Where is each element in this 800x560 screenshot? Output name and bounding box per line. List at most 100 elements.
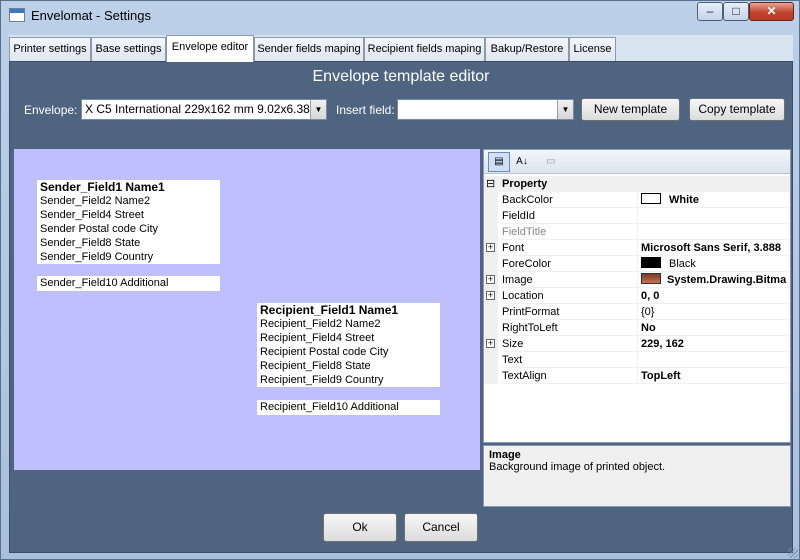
resize-grip-icon[interactable] [788,548,798,558]
categorized-icon[interactable]: ▤ [488,152,510,172]
envelope-select-value: X C5 International 229x162 mm 9.02x6.38 … [85,102,323,116]
tab-envelope-editor[interactable]: Envelope editor [166,35,254,62]
sender-field9: Sender_Field9 Country [40,251,154,263]
tab-base-settings[interactable]: Base settings [91,37,166,61]
settings-window: Envelomat - Settings – □ ✕ Printer setti… [0,0,800,560]
sender-address-block[interactable]: Sender_Field1 Name1 Sender_Field2 Name2 … [37,180,220,264]
tab-bakup-restore[interactable]: Bakup/Restore [485,37,569,61]
help-title: Image [489,449,521,461]
envelope-label: Envelope: [24,103,78,117]
property-value[interactable] [637,224,790,240]
property-row-forecolor[interactable]: ForeColor Black [484,256,790,272]
expand-icon[interactable]: + [486,339,495,348]
property-value[interactable]: TopLeft [637,368,790,384]
sender-field10: Sender_Field10 Additional [40,277,169,289]
collapse-icon[interactable]: ⊟ [486,176,495,192]
recipient-field10: Recipient_Field10 Additional [260,401,399,413]
property-category[interactable]: ⊟ Property [484,176,790,192]
insert-field-select[interactable]: ▼ [397,99,574,120]
property-row-textalign[interactable]: TextAlign TopLeft [484,368,790,384]
property-name: Font [502,240,636,256]
property-value[interactable]: 229, 162 [637,336,790,352]
property-name: RightToLeft [502,320,636,336]
tab-strip: Printer settings Base settings Envelope … [9,35,793,62]
property-pages-icon[interactable]: ▭ [540,152,562,172]
chevron-down-icon[interactable]: ▼ [557,100,573,119]
property-value[interactable]: 0, 0 [637,288,790,304]
expand-icon[interactable]: + [486,275,495,284]
maximize-button[interactable]: □ [723,2,749,21]
property-value[interactable]: White [637,192,790,208]
expand-icon[interactable]: + [486,291,495,300]
property-name: FieldTitle [502,224,636,240]
sender-field2: Sender_Field2 Name2 [40,195,151,207]
sender-additional-block[interactable]: Sender_Field10 Additional [37,276,220,291]
property-row-righttoleft[interactable]: RightToLeft No [484,320,790,336]
minimize-button[interactable]: – [697,2,723,21]
tab-license[interactable]: License [569,37,616,61]
sender-field8: Sender_Field8 State [40,237,141,249]
alphabetical-sort-icon[interactable]: A↓ [511,152,533,172]
recipient-field8: Recipient_Field8 State [260,360,371,372]
property-value[interactable]: System.Drawing.Bitma [637,272,790,288]
help-description: Background image of printed object. [489,461,666,473]
property-row-printformat[interactable]: PrintFormat {0} [484,304,790,320]
tab-sender-fields-maping[interactable]: Sender fields maping [254,37,364,61]
color-swatch [641,257,661,268]
recipient-field4: Recipient_Field4 Street [260,332,375,344]
copy-template-button[interactable]: Copy template [689,98,785,121]
cancel-button[interactable]: Cancel [404,513,478,542]
property-value[interactable]: No [637,320,790,336]
tab-printer-settings[interactable]: Printer settings [9,37,91,61]
envelope-editor-panel: Envelope template editor Envelope: X C5 … [9,61,793,553]
property-category-label: Property [502,178,548,190]
tab-recipient-fields-maping[interactable]: Recipient fields maping [364,37,485,61]
window-title: Envelomat - Settings [31,8,151,23]
property-grid[interactable]: ▤ A↓ ▭ ⊟ Property BackColor White FieldI… [483,149,791,443]
envelope-canvas[interactable]: Sender_Field1 Name1 Sender_Field2 Name2 … [14,149,480,470]
property-grid-toolbar: ▤ A↓ ▭ [484,150,790,174]
property-name: FieldId [502,208,636,224]
recipient-postal-city: Recipient Postal code City [260,346,389,358]
property-name: BackColor [502,192,636,208]
property-row-fieldid[interactable]: FieldId [484,208,790,224]
title-bar[interactable]: Envelomat - Settings – □ ✕ [1,1,799,31]
chevron-down-icon[interactable]: ▼ [310,100,326,119]
recipient-additional-block[interactable]: Recipient_Field10 Additional [257,400,440,415]
property-row-backcolor[interactable]: BackColor White [484,192,790,208]
sender-field1: Sender_Field1 Name1 [40,180,165,194]
ok-button[interactable]: Ok [323,513,397,542]
property-value[interactable] [637,208,790,224]
property-value[interactable] [637,352,790,368]
recipient-field1: Recipient_Field1 Name1 [260,303,399,317]
property-row-location[interactable]: + Location 0, 0 [484,288,790,304]
sender-postal-city: Sender Postal code City [40,223,159,235]
property-name: Text [502,352,636,368]
property-row-size[interactable]: + Size 229, 162 [484,336,790,352]
image-thumbnail-icon [641,273,661,284]
property-name: Image [502,272,636,288]
sender-field4: Sender_Field4 Street [40,209,144,221]
property-row-image[interactable]: + Image System.Drawing.Bitma [484,272,790,288]
property-value[interactable]: Microsoft Sans Serif, 3.888 [637,240,790,256]
insert-field-label: Insert field: [336,103,395,117]
app-icon [9,8,25,22]
editor-title: Envelope template editor [312,68,490,85]
recipient-address-block[interactable]: Recipient_Field1 Name1 Recipient_Field2 … [257,303,440,387]
property-name: TextAlign [502,368,636,384]
close-button[interactable]: ✕ [749,2,794,21]
recipient-field9: Recipient_Field9 Country [260,374,384,386]
property-value[interactable]: {0} [637,304,790,320]
property-row-text[interactable]: Text [484,352,790,368]
property-row-font[interactable]: + Font Microsoft Sans Serif, 3.888 [484,240,790,256]
property-value[interactable]: Black [637,256,790,272]
color-swatch [641,193,661,204]
envelope-select[interactable]: X C5 International 229x162 mm 9.02x6.38 … [81,99,327,120]
expand-icon[interactable]: + [486,243,495,252]
recipient-field2: Recipient_Field2 Name2 [260,318,381,330]
property-name: ForeColor [502,256,636,272]
property-name: PrintFormat [502,304,636,320]
property-help-pane: Image Background image of printed object… [483,445,791,507]
new-template-button[interactable]: New template [581,98,680,121]
property-row-fieldtitle[interactable]: FieldTitle [484,224,790,240]
